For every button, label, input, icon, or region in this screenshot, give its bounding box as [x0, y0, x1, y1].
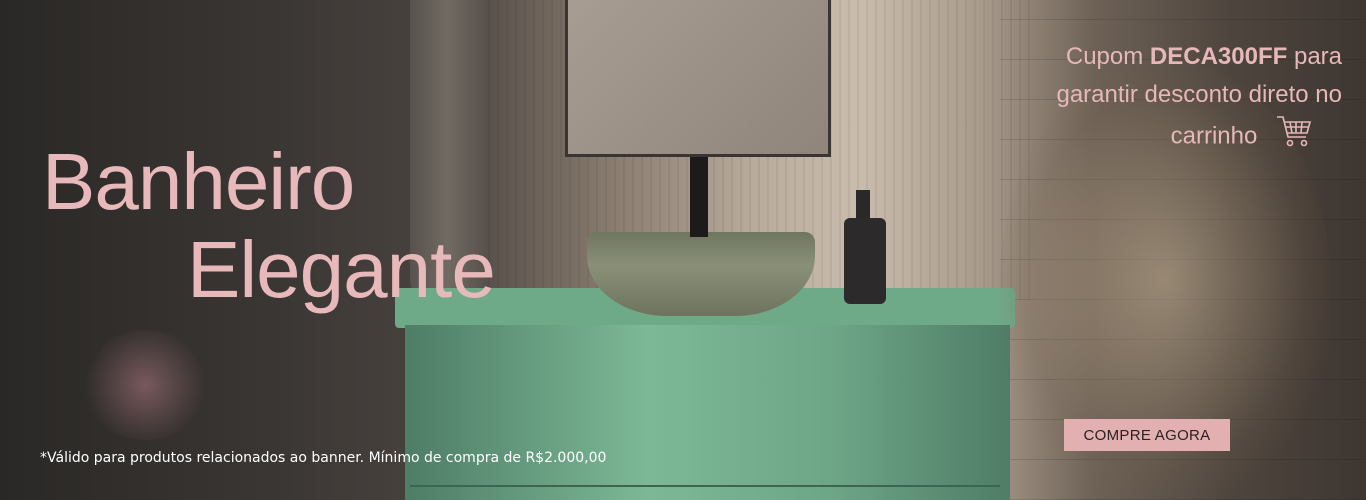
- title-line-1: Banheiro: [42, 137, 355, 226]
- promo-banner[interactable]: Banheiro Elegante Cupom DECA300FF para g…: [0, 0, 1366, 500]
- soap-bottle: [844, 218, 886, 304]
- title-line-2: Elegante: [187, 225, 496, 314]
- coupon-text: Cupom DECA300FF para garantir desconto d…: [1012, 38, 1342, 160]
- drawer-line: [410, 485, 1000, 487]
- banner-title: Banheiro Elegante: [42, 137, 496, 314]
- shopping-cart-icon: [1276, 114, 1312, 160]
- vanity-cabinet: [405, 325, 1010, 500]
- coupon-prefix: Cupom: [1065, 43, 1150, 70]
- faucet: [690, 157, 708, 237]
- soap-pump: [856, 190, 870, 220]
- disclaimer: *Válido para produtos relacionados ao ba…: [40, 450, 607, 466]
- flower: [80, 330, 210, 440]
- mirror: [565, 0, 831, 157]
- sink-basin: [587, 232, 815, 316]
- coupon-code: DECA300FF: [1149, 43, 1288, 70]
- buy-now-button[interactable]: COMPRE AGORA: [1064, 419, 1230, 451]
